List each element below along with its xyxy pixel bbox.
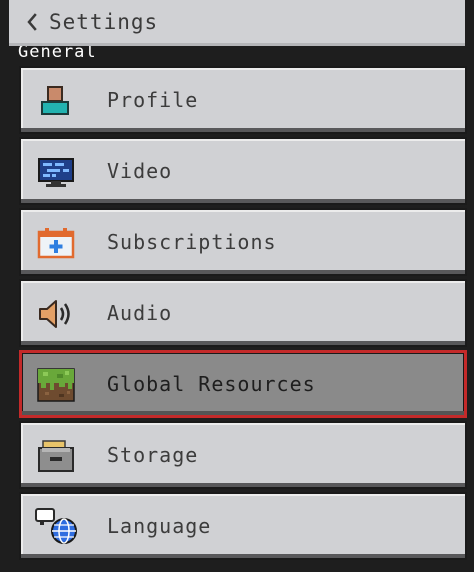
section-heading-general: General [18, 46, 97, 60]
menu-item-label: Audio [107, 301, 173, 325]
menu-item-global-resources[interactable]: Global Resources [19, 350, 467, 418]
menu-item-label: Language [107, 514, 212, 538]
page-title: Settings [49, 9, 159, 34]
menu-item-profile[interactable]: Profile [19, 66, 467, 134]
back-button[interactable]: Settings [9, 0, 158, 43]
menu-item-label: Subscriptions [107, 230, 277, 254]
menu-item-label: Profile [107, 88, 199, 112]
menu-item-storage[interactable]: Storage [19, 421, 467, 489]
menu-item-label: Video [107, 159, 173, 183]
speaker-icon [39, 300, 70, 328]
language-icon [35, 508, 77, 544]
menu-item-subscriptions[interactable]: Subscriptions [19, 208, 467, 276]
menu-item-label: Global Resources [107, 372, 316, 396]
monitor-icon [38, 158, 74, 187]
subscriptions-icon [37, 228, 75, 259]
storage-icon [38, 440, 74, 472]
profile-icon [41, 86, 69, 115]
settings-header: Settings [9, 0, 465, 46]
menu-item-language[interactable]: Language [19, 492, 467, 560]
grass-block-icon [37, 368, 75, 402]
menu-item-video[interactable]: Video [19, 137, 467, 205]
menu-item-label: Storage [107, 443, 199, 467]
chevron-left-icon [27, 12, 37, 31]
menu-item-audio[interactable]: Audio [19, 279, 467, 347]
